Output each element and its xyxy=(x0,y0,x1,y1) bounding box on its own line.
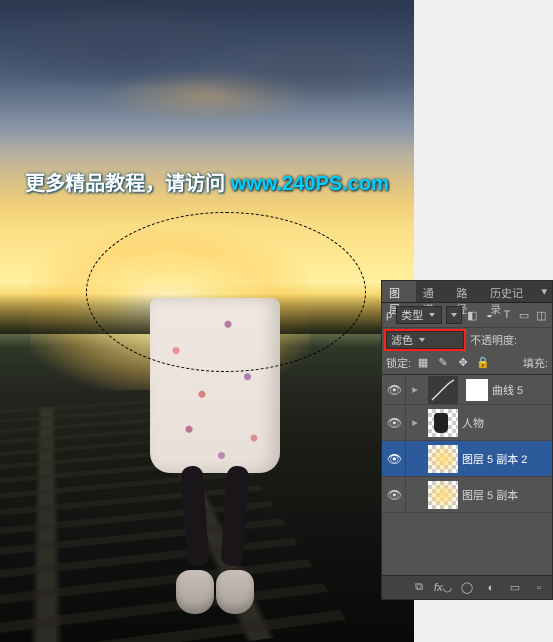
nest-indent-icon: ▸ xyxy=(406,383,424,396)
sky-clouds xyxy=(0,0,414,320)
person-figure xyxy=(140,298,290,618)
link-layers-icon[interactable]: ⧉ xyxy=(410,580,428,596)
watermark-url: www.240PS.com xyxy=(231,173,389,195)
layer-name[interactable]: 图层 5 副本 xyxy=(462,487,552,503)
layers-list: 👁 ▸ 曲线 5 👁 ▸ 人物 👁 图层 5 副本 2 👁 图层 5 副本 xyxy=(382,375,552,565)
filter-smart-icon[interactable]: ◫ xyxy=(535,307,548,323)
visibility-toggle[interactable]: 👁 xyxy=(384,405,406,440)
layer-row[interactable]: 👁 图层 5 副本 2 xyxy=(382,441,552,477)
layer-mask-thumbnail[interactable] xyxy=(466,379,488,401)
layers-panel: 图层 通道 路径 历史记录 ▾ ρ 类型 ◧ ◒ T ▭ ◫ 滤色 不透明度: … xyxy=(381,280,553,600)
visibility-toggle[interactable]: 👁 xyxy=(384,441,406,476)
watermark-cn: 更多精品教程，请访问 xyxy=(25,173,231,195)
adjustment-icon[interactable]: ◐ xyxy=(482,580,500,596)
panel-menu-icon[interactable]: ▾ xyxy=(536,281,552,302)
lock-row: 锁定: ▦ ✎ ✥ 🔒 填充: xyxy=(382,351,552,375)
filter-shape-icon[interactable]: ▭ xyxy=(517,307,530,323)
toggle-arrow-icon[interactable]: ▸ xyxy=(406,416,424,429)
layer-row[interactable]: 👁 图层 5 副本 xyxy=(382,477,552,513)
opacity-label: 不透明度: xyxy=(470,332,517,348)
filter-dd-extra[interactable] xyxy=(446,306,462,324)
layer-thumbnail[interactable] xyxy=(428,409,458,437)
layers-footer: ⧉ fx◡ ◯ ◐ ▭ ▫ xyxy=(382,575,552,599)
image-canvas[interactable]: 更多精品教程，请访问 www.240PS.com xyxy=(0,0,414,642)
visibility-toggle[interactable]: 👁 xyxy=(384,477,406,512)
tab-paths[interactable]: 路径 xyxy=(449,281,483,302)
new-layer-icon[interactable]: ▫ xyxy=(530,580,548,596)
filter-pixel-icon[interactable]: ◧ xyxy=(466,307,479,323)
filter-adjust-icon[interactable]: ◒ xyxy=(483,307,496,323)
panel-tabs: 图层 通道 路径 历史记录 ▾ xyxy=(382,281,552,303)
filter-kind-dropdown[interactable]: 类型 xyxy=(396,306,441,324)
layer-name[interactable]: 图层 5 副本 2 xyxy=(462,451,552,467)
blend-row: 滤色 不透明度: xyxy=(382,327,552,351)
filter-kind-label: 类型 xyxy=(401,307,423,323)
dress xyxy=(150,298,280,473)
layer-thumbnail[interactable] xyxy=(428,481,458,509)
blend-mode-label: 滤色 xyxy=(391,332,413,348)
tab-history[interactable]: 历史记录 xyxy=(483,281,536,302)
tab-layers[interactable]: 图层 xyxy=(382,281,416,302)
watermark-text: 更多精品教程，请访问 www.240PS.com xyxy=(0,167,414,196)
layer-row[interactable]: 👁 ▸ 人物 xyxy=(382,405,552,441)
lock-brush-icon[interactable]: ✎ xyxy=(435,355,451,371)
filter-row: ρ 类型 ◧ ◒ T ▭ ◫ xyxy=(382,303,552,327)
blend-mode-dropdown[interactable]: 滤色 xyxy=(386,331,464,349)
layer-name[interactable]: 人物 xyxy=(462,415,552,431)
lock-image-icon[interactable]: ▦ xyxy=(415,355,431,371)
lock-move-icon[interactable]: ✥ xyxy=(455,355,471,371)
visibility-toggle[interactable]: 👁 xyxy=(384,375,406,404)
mask-icon[interactable]: ◯ xyxy=(458,580,476,596)
layer-thumbnail[interactable] xyxy=(428,376,458,404)
filter-text-icon[interactable]: T xyxy=(500,307,513,323)
layer-name[interactable]: 曲线 5 xyxy=(492,382,552,398)
legs xyxy=(178,466,252,586)
layer-row[interactable]: 👁 ▸ 曲线 5 xyxy=(382,375,552,405)
tab-channels[interactable]: 通道 xyxy=(416,281,450,302)
fill-label: 填充: xyxy=(523,355,548,371)
lock-label: 锁定: xyxy=(386,355,411,371)
lock-all-icon[interactable]: 🔒 xyxy=(475,355,491,371)
group-icon[interactable]: ▭ xyxy=(506,580,524,596)
layer-thumbnail[interactable] xyxy=(428,445,458,473)
fx-icon[interactable]: fx◡ xyxy=(434,580,452,596)
